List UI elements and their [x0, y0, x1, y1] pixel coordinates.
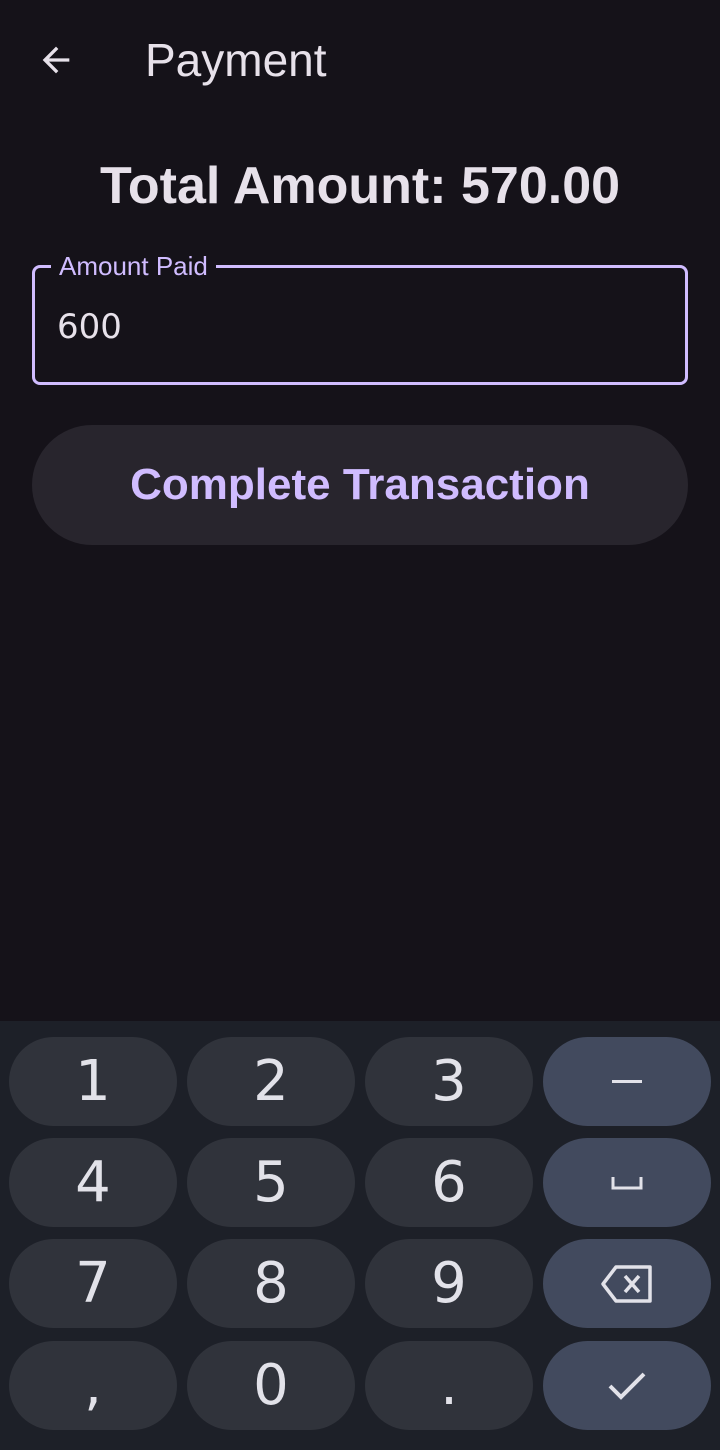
check-icon: [608, 1372, 646, 1400]
key-0[interactable]: 0: [187, 1341, 355, 1430]
key-3[interactable]: 3: [365, 1037, 533, 1126]
complete-transaction-button[interactable]: Complete Transaction: [32, 425, 688, 545]
key-1[interactable]: 1: [9, 1037, 177, 1126]
key-9[interactable]: 9: [365, 1239, 533, 1328]
key-5[interactable]: 5: [187, 1138, 355, 1227]
amount-paid-input[interactable]: [57, 302, 657, 352]
backspace-icon: [601, 1264, 652, 1303]
key-done[interactable]: [543, 1341, 711, 1430]
amount-paid-label: Amount Paid: [51, 251, 216, 281]
key-space[interactable]: [543, 1138, 711, 1227]
total-amount: Total Amount: 570.00: [99, 157, 621, 215]
key-4[interactable]: 4: [9, 1138, 177, 1227]
key-8[interactable]: 8: [187, 1239, 355, 1328]
numeric-keyboard: 1 2 3 4 5 6 7 8 9 , 0 .: [0, 1021, 720, 1450]
payment-screen: Payment Total Amount: 570.00 Amount Paid…: [0, 0, 720, 1450]
key-6[interactable]: 6: [365, 1138, 533, 1227]
top-app-bar: Payment: [0, 0, 720, 120]
amount-paid-field[interactable]: Amount Paid: [32, 251, 688, 385]
key-comma[interactable]: ,: [9, 1341, 177, 1430]
page-title: Payment: [145, 34, 327, 86]
complete-transaction-label: Complete Transaction: [130, 460, 590, 509]
key-period[interactable]: .: [365, 1341, 533, 1430]
back-button[interactable]: [24, 28, 88, 92]
key-2[interactable]: 2: [187, 1037, 355, 1126]
key-minus[interactable]: [543, 1037, 711, 1126]
arrow-back-icon: [42, 46, 70, 74]
key-backspace[interactable]: [543, 1239, 711, 1328]
minus-icon: [612, 1079, 642, 1083]
space-icon: [611, 1176, 643, 1189]
key-7[interactable]: 7: [9, 1239, 177, 1328]
